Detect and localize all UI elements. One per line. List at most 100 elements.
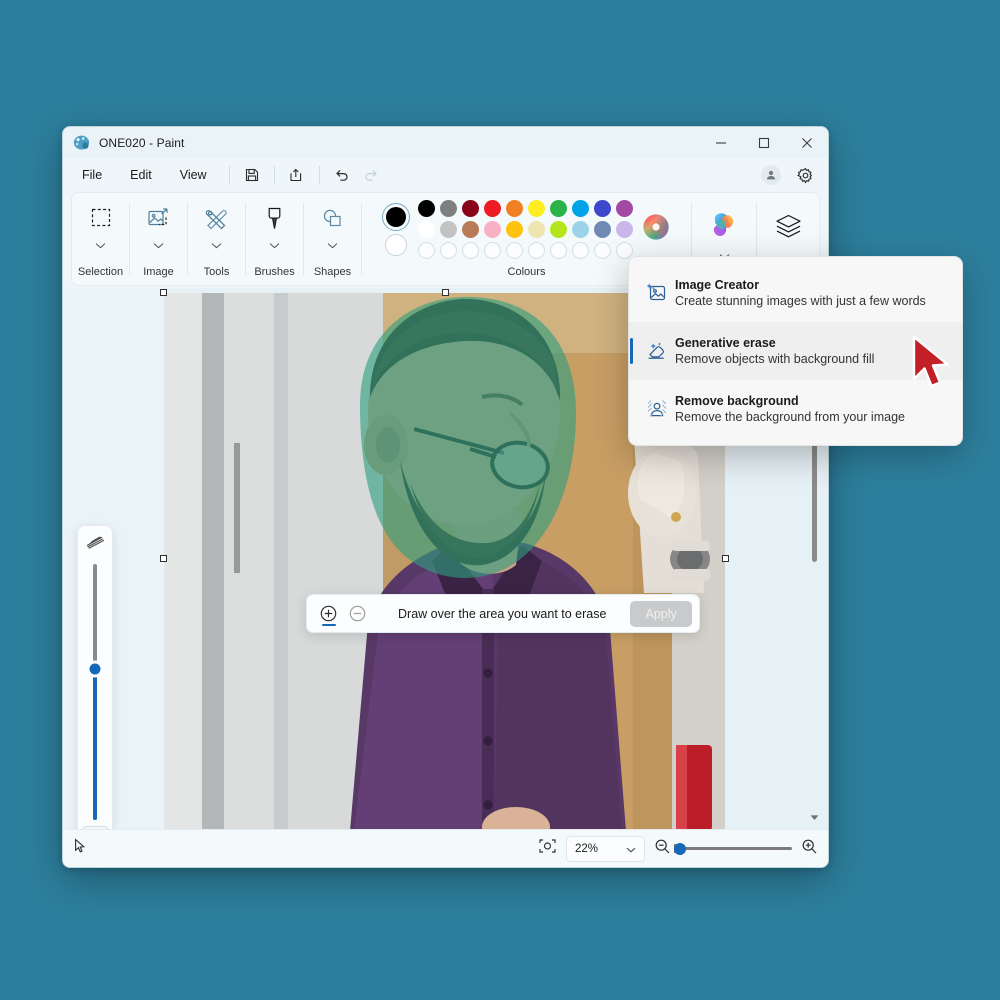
close-icon[interactable] [785, 127, 828, 158]
zoom-slider-thumb[interactable] [674, 843, 686, 855]
paint-window: ONE020 - Paint File Edit View [62, 126, 829, 868]
selection-handle-middle-left[interactable] [160, 555, 167, 562]
menu-item-subtitle: Remove the background from your image [675, 410, 905, 424]
colour-swatch-r2-8[interactable] [594, 221, 611, 238]
menu-divider [229, 166, 230, 184]
selection-handle-middle-right[interactable] [722, 555, 729, 562]
undo-icon[interactable] [327, 162, 357, 188]
share-icon[interactable] [282, 162, 312, 188]
colour-swatch-r2-6[interactable] [550, 221, 567, 238]
save-icon[interactable] [237, 162, 267, 188]
status-bar: 22% [63, 829, 828, 867]
menu-item-file[interactable]: File [69, 163, 115, 187]
colour-swatch-custom-8[interactable] [594, 242, 611, 259]
colour-swatch-r1-2[interactable] [462, 200, 479, 217]
colour-swatch-r1-6[interactable] [550, 200, 567, 217]
menu-item-title: Image Creator [675, 278, 926, 292]
chevron-down-icon[interactable] [269, 236, 280, 254]
chevron-down-icon[interactable] [626, 840, 636, 858]
chevron-down-icon[interactable] [327, 236, 338, 254]
colour-swatch-custom-0[interactable] [418, 242, 435, 259]
colour-swatch-custom-2[interactable] [462, 242, 479, 259]
minus-circle-icon[interactable] [343, 599, 372, 628]
colour-swatch-r2-1[interactable] [440, 221, 457, 238]
zoom-out-icon[interactable] [654, 838, 671, 860]
zoom-level-dropdown[interactable]: 22% [566, 836, 645, 862]
mouse-cursor [910, 334, 954, 397]
colour-swatch-r1-8[interactable] [594, 200, 611, 217]
layers-icon [774, 213, 803, 245]
colour-swatch-r1-0[interactable] [418, 200, 435, 217]
chevron-down-icon[interactable] [153, 236, 164, 254]
plus-circle-icon[interactable] [314, 599, 343, 628]
generative-erase-toolbar: Draw over the area you want to erase App… [306, 594, 700, 633]
redo-icon[interactable] [357, 162, 387, 188]
menu-item-view[interactable]: View [167, 163, 220, 187]
menu-item-texts: Remove background Remove the background … [675, 394, 905, 424]
scroll-down-arrow-icon[interactable] [808, 808, 821, 826]
erase-instruction-text: Draw over the area you want to erase [398, 607, 606, 621]
brush-size-slider[interactable] [93, 564, 97, 820]
apply-button[interactable]: Apply [630, 601, 691, 627]
window-title: ONE020 - Paint [99, 136, 184, 150]
colour-wheel-icon[interactable] [641, 212, 671, 247]
maximize-icon[interactable] [742, 127, 785, 158]
image-creator-icon [639, 281, 675, 305]
primary-colour-swatch[interactable] [382, 203, 410, 231]
zoom-slider[interactable] [680, 847, 792, 850]
colour-swatch-r2-3[interactable] [484, 221, 501, 238]
menu-item-edit[interactable]: Edit [117, 163, 165, 187]
chevron-down-icon[interactable] [211, 236, 222, 254]
brush-size-slider-thumb[interactable] [87, 660, 104, 677]
colour-swatch-r2-9[interactable] [616, 221, 633, 238]
colour-swatch-r2-4[interactable] [506, 221, 523, 238]
colour-swatch-r1-1[interactable] [440, 200, 457, 217]
window-controls [699, 127, 828, 158]
colour-swatch-r1-3[interactable] [484, 200, 501, 217]
colour-swatch-r2-0[interactable] [418, 221, 435, 238]
ribbon-group-image[interactable]: Image [130, 193, 187, 285]
menu-item-texts: Generative erase Remove objects with bac… [675, 336, 874, 366]
colour-swatch-r2-5[interactable] [528, 221, 545, 238]
ribbon-group-selection[interactable]: Selection [72, 193, 129, 285]
brush-size-slider-fill [93, 669, 97, 820]
colour-swatch-custom-6[interactable] [550, 242, 567, 259]
colour-swatch-custom-3[interactable] [484, 242, 501, 259]
colour-swatch-custom-7[interactable] [572, 242, 589, 259]
active-colour-pair [382, 203, 410, 256]
image-resize-icon [146, 201, 171, 235]
minimize-icon[interactable] [699, 127, 742, 158]
settings-gear-icon[interactable] [790, 162, 820, 188]
colour-swatch-r1-9[interactable] [616, 200, 633, 217]
zoom-in-icon[interactable] [801, 838, 818, 860]
colour-row-2 [418, 221, 633, 238]
colour-swatch-r1-5[interactable] [528, 200, 545, 217]
ribbon-group-shapes[interactable]: Shapes [304, 193, 361, 285]
colour-row-1 [418, 200, 633, 217]
colour-swatch-r1-7[interactable] [572, 200, 589, 217]
ribbon-label-brushes: Brushes [254, 266, 294, 278]
title-bar-left: ONE020 - Paint [63, 134, 184, 151]
colour-swatch-custom-4[interactable] [506, 242, 523, 259]
menu-item-image-creator[interactable]: Image Creator Create stunning images wit… [629, 264, 962, 322]
ribbon-group-tools[interactable]: Tools [188, 193, 245, 285]
colour-swatch-custom-9[interactable] [616, 242, 633, 259]
colour-swatch-r2-7[interactable] [572, 221, 589, 238]
colour-grid [418, 200, 633, 259]
generative-erase-tool-icon[interactable] [82, 826, 109, 829]
status-bar-right: 22% [538, 836, 818, 862]
colour-swatch-custom-1[interactable] [440, 242, 457, 259]
menu-item-title: Generative erase [675, 336, 874, 350]
ribbon-group-brushes[interactable]: Brushes [246, 193, 303, 285]
selection-handle-top-center[interactable] [442, 289, 449, 296]
colour-swatch-r2-2[interactable] [462, 221, 479, 238]
brush-size-icon [85, 534, 106, 555]
fit-to-window-icon[interactable] [538, 837, 557, 860]
ribbon-label-tools: Tools [204, 266, 230, 278]
colour-swatch-custom-5[interactable] [528, 242, 545, 259]
colour-swatch-r1-4[interactable] [506, 200, 523, 217]
chevron-down-icon[interactable] [95, 236, 106, 254]
secondary-colour-swatch[interactable] [385, 234, 407, 256]
account-icon[interactable] [756, 162, 786, 188]
selection-handle-top-left[interactable] [160, 289, 167, 296]
